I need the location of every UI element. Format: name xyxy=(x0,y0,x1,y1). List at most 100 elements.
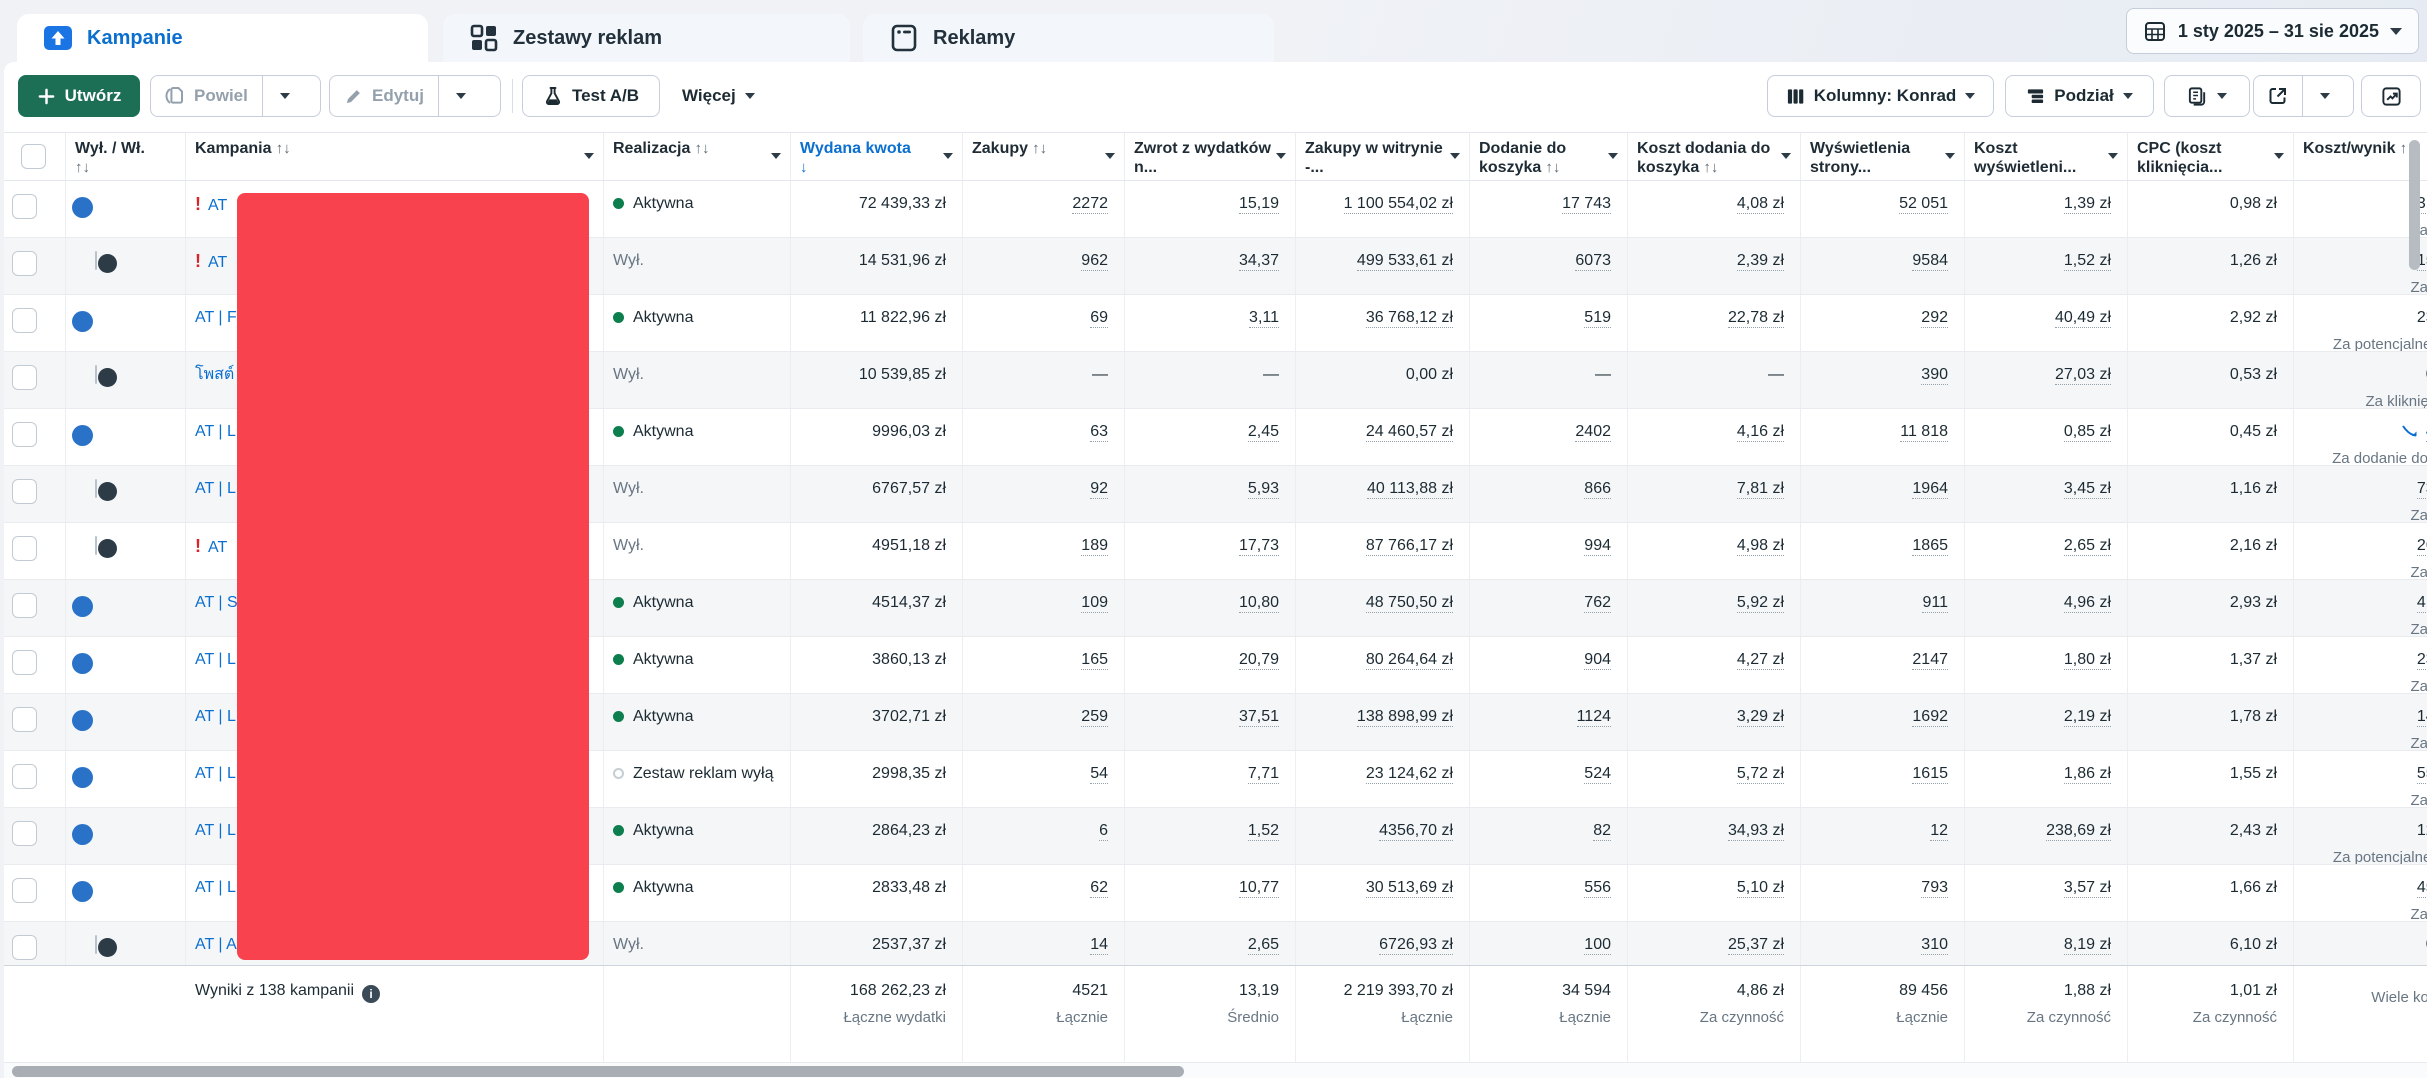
breakdown-button[interactable]: Podział xyxy=(2005,75,2154,117)
column-menu-caret-icon[interactable] xyxy=(1105,153,1115,159)
row-checkbox[interactable] xyxy=(12,878,37,903)
reports-button[interactable] xyxy=(2164,75,2250,117)
row-checkbox[interactable] xyxy=(12,365,37,390)
campaign-toggle[interactable] xyxy=(95,479,117,501)
row-checkbox[interactable] xyxy=(12,650,37,675)
campaign-toggle[interactable] xyxy=(95,365,117,387)
metric-amount-spent: 14 531,96 zł xyxy=(791,238,963,294)
col-header-wydana-kwota[interactable]: Wydana kwota ↓ xyxy=(791,133,963,180)
row-checkbox[interactable] xyxy=(12,935,37,960)
row-checkbox[interactable] xyxy=(12,593,37,618)
row-checkbox[interactable] xyxy=(12,194,37,219)
campaign-link[interactable]: โพสต์ xyxy=(195,366,234,383)
campaign-link[interactable]: AT | A xyxy=(195,936,237,953)
edit-button[interactable]: Edytuj xyxy=(330,76,439,116)
campaign-toggle[interactable] xyxy=(95,935,117,957)
metric-page-views: 2147 xyxy=(1801,637,1965,693)
col-header-kampania[interactable]: Kampania ↑↓ xyxy=(186,133,604,180)
metric-value: 0,53 zł xyxy=(2229,366,2277,383)
delivery-cell: Wył. xyxy=(604,523,791,579)
column-menu-caret-icon[interactable] xyxy=(1945,153,1955,159)
info-icon[interactable]: i xyxy=(362,985,381,1003)
campaign-link[interactable]: AT xyxy=(208,539,227,556)
metric-page-views: 1964 xyxy=(1801,466,1965,522)
column-menu-caret-icon[interactable] xyxy=(943,153,953,159)
metric-amount-spent: 10 539,85 zł xyxy=(791,352,963,408)
metric-page-views: 1865 xyxy=(1801,523,1965,579)
campaign-link[interactable]: AT | F xyxy=(195,309,237,326)
tab-reklamy[interactable]: Reklamy xyxy=(863,14,1274,62)
col-header-zakupy-witryna[interactable]: Zakupy w witrynie -... xyxy=(1296,133,1470,180)
col-header-koszt-wyswietlen[interactable]: Koszt wyświetleni... xyxy=(1965,133,2128,180)
export-button[interactable] xyxy=(2254,76,2303,116)
column-menu-caret-icon[interactable] xyxy=(2274,153,2284,159)
campaign-toggle[interactable] xyxy=(95,251,117,273)
row-checkbox[interactable] xyxy=(12,821,37,846)
metric-value: 1692 xyxy=(1912,708,1948,727)
metric-purchases: 962 xyxy=(963,238,1125,294)
campaign-link[interactable]: AT | L xyxy=(195,765,236,782)
columns-button[interactable]: Kolumny: Konrad xyxy=(1767,75,1994,117)
metric-value: 87 766,17 zł xyxy=(1365,537,1453,556)
row-checkbox[interactable] xyxy=(12,422,37,447)
column-menu-caret-icon[interactable] xyxy=(1608,153,1618,159)
row-checkbox[interactable] xyxy=(12,308,37,333)
row-checkbox[interactable] xyxy=(12,479,37,504)
toggle-knob xyxy=(98,368,117,387)
campaign-link[interactable]: AT | L xyxy=(195,822,236,839)
campaign-link[interactable]: AT | L xyxy=(195,423,236,440)
column-menu-caret-icon[interactable] xyxy=(1276,153,1286,159)
campaign-link[interactable]: AT xyxy=(208,254,227,271)
campaign-link[interactable]: AT | L xyxy=(195,480,236,497)
metric-roas: 1,52 xyxy=(1125,808,1296,864)
col-header-koszt-wynik[interactable]: Koszt/wynik ↑↓ xyxy=(2294,133,2427,180)
tab-zestawy-reklam[interactable]: Zestawy reklam xyxy=(443,14,850,62)
row-checkbox[interactable] xyxy=(12,707,37,732)
campaign-toggle[interactable] xyxy=(95,536,117,558)
campaign-link[interactable]: AT xyxy=(208,197,227,214)
duplicate-button[interactable]: Powiel xyxy=(151,76,263,116)
campaign-link[interactable]: AT | L xyxy=(195,651,236,668)
column-menu-caret-icon[interactable] xyxy=(1781,153,1791,159)
col-header-zakupy[interactable]: Zakupy ↑↓ xyxy=(963,133,1125,180)
column-menu-caret-icon[interactable] xyxy=(2108,153,2118,159)
metric-value: 0,45 zł xyxy=(2229,423,2277,440)
date-range-picker[interactable]: 1 sty 2025 – 31 sie 2025 xyxy=(2125,8,2419,54)
trend-down-icon xyxy=(2401,425,2417,437)
row-checkbox[interactable] xyxy=(12,764,37,789)
row-checkbox[interactable] xyxy=(12,251,37,276)
column-menu-caret-icon[interactable] xyxy=(584,153,594,159)
toggle-cell xyxy=(66,238,186,294)
campaign-link[interactable]: AT | L xyxy=(195,879,236,896)
select-all-checkbox[interactable] xyxy=(21,144,46,169)
ads-frame-icon xyxy=(891,24,917,52)
metric-cpc: 1,66 zł xyxy=(2128,865,2294,921)
col-header-dodanie-koszyka[interactable]: Dodanie do koszyka ↑↓ xyxy=(1470,133,1628,180)
row-checkbox[interactable] xyxy=(12,536,37,561)
col-header-zwrot[interactable]: Zwrot z wydatków n... xyxy=(1125,133,1296,180)
ab-test-button[interactable]: Test A/B xyxy=(522,75,660,117)
horizontal-scrollbar-thumb[interactable] xyxy=(12,1066,1184,1077)
campaign-link[interactable]: AT | L xyxy=(195,708,236,725)
col-header-cpc[interactable]: CPC (koszt kliknięcia... xyxy=(2128,133,2294,180)
select-all-header[interactable] xyxy=(4,133,66,180)
col-header-koszt-dodania[interactable]: Koszt dodania do koszyka ↑↓ xyxy=(1628,133,1801,180)
metric-value: 1,26 zł xyxy=(2229,252,2277,269)
vertical-scrollbar-thumb[interactable] xyxy=(2409,140,2420,270)
horizontal-scrollbar[interactable] xyxy=(4,1062,2427,1078)
col-header-wyswietlenia[interactable]: Wyświetlenia strony... xyxy=(1801,133,1965,180)
create-button[interactable]: Utwórz xyxy=(18,75,140,117)
duplicate-dropdown[interactable] xyxy=(263,76,307,116)
tab-kampanie[interactable]: Kampanie xyxy=(17,14,428,62)
col-header-onoff[interactable]: Wył. / Wł. ↑↓ xyxy=(66,133,186,180)
more-button[interactable]: Więcej xyxy=(682,75,755,117)
col-header-label: Realizacja ↑↓ xyxy=(613,140,710,157)
metric-website-purchases: 6726,93 zł xyxy=(1296,922,1470,965)
col-header-realizacja[interactable]: Realizacja ↑↓ xyxy=(604,133,791,180)
campaign-link[interactable]: AT | S xyxy=(195,594,238,611)
column-menu-caret-icon[interactable] xyxy=(771,153,781,159)
column-menu-caret-icon[interactable] xyxy=(1450,153,1460,159)
edit-dropdown[interactable] xyxy=(439,76,483,116)
export-dropdown[interactable] xyxy=(2303,76,2347,116)
charts-button[interactable] xyxy=(2361,75,2421,117)
